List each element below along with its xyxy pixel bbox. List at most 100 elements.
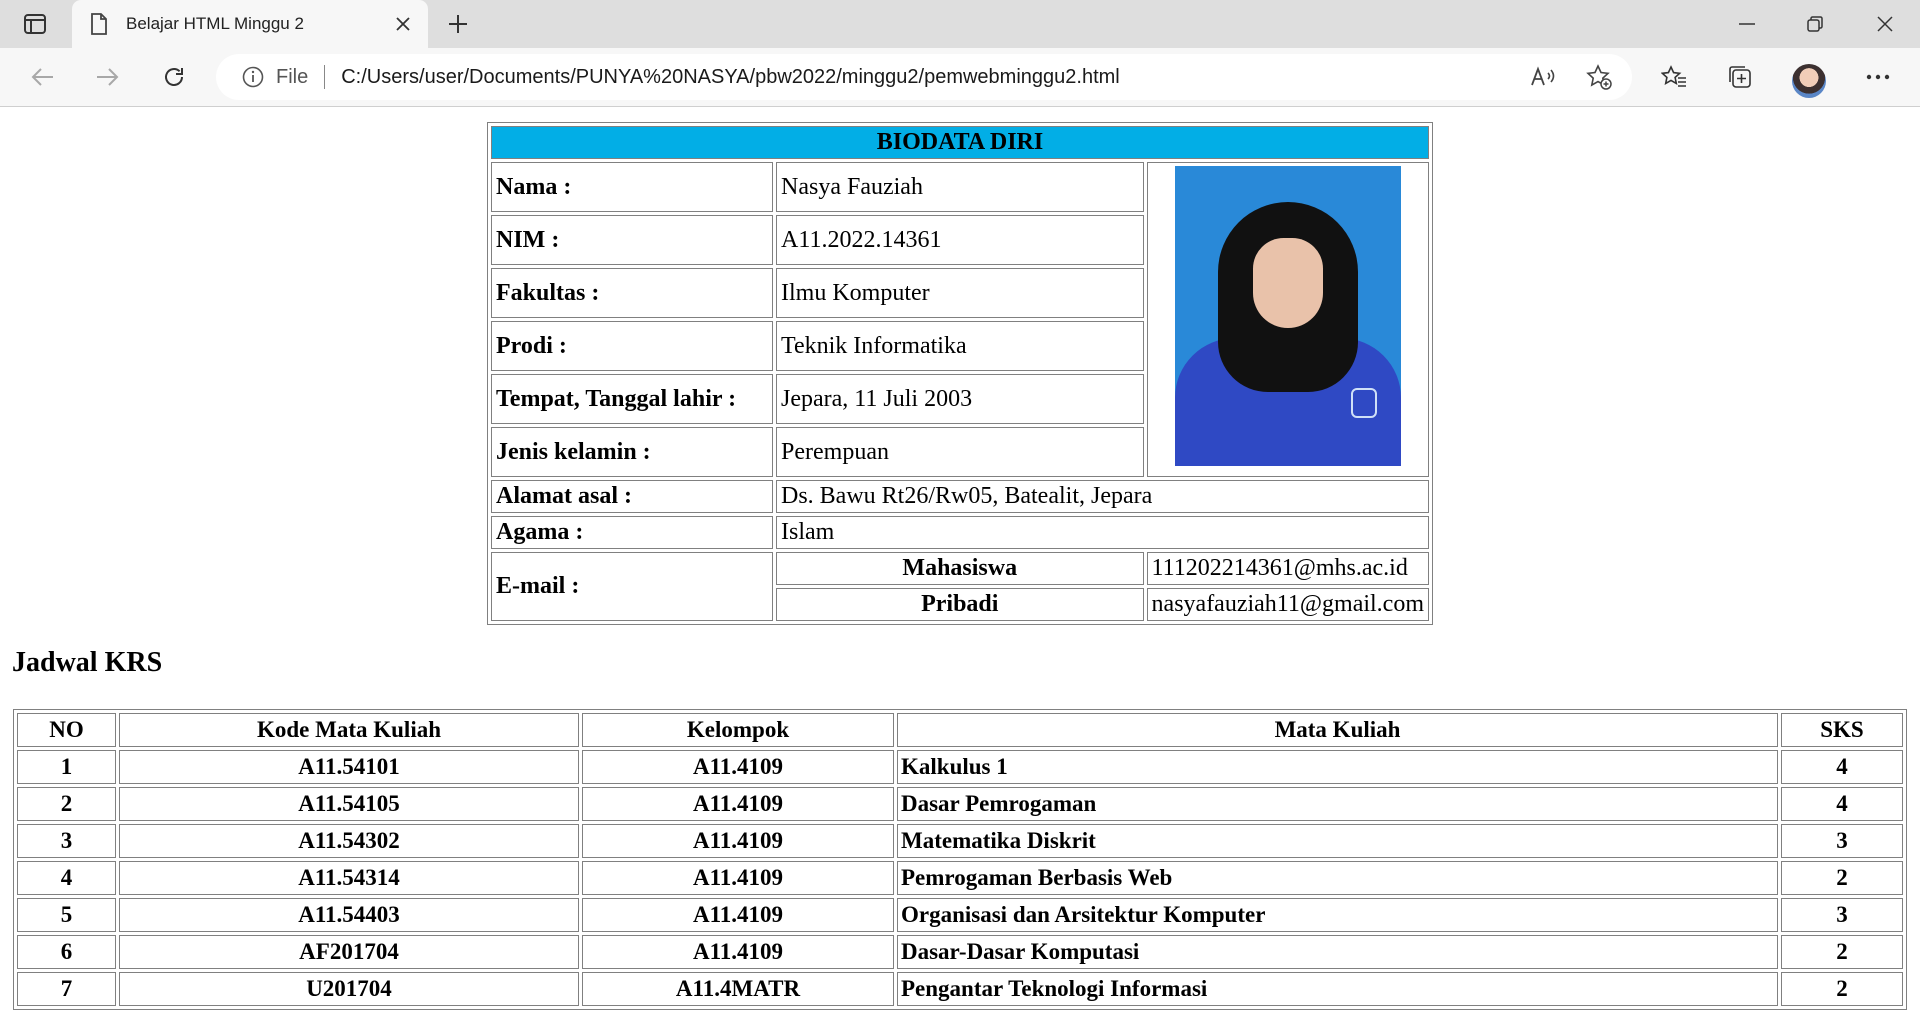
- url-text[interactable]: C:/Users/user/Documents/PUNYA%20NASYA/pb…: [341, 66, 1120, 89]
- email-student-label: Mahasiswa: [776, 552, 1144, 585]
- collections-icon[interactable]: [1720, 58, 1760, 96]
- row-code: AF201704: [119, 935, 579, 969]
- faculty-value: Ilmu Komputer: [776, 268, 1144, 318]
- new-tab-icon[interactable]: [440, 8, 476, 40]
- header-group: Kelompok: [582, 713, 894, 747]
- religion-label: Agama :: [491, 516, 773, 549]
- refresh-icon[interactable]: [154, 58, 194, 96]
- row-code: A11.54101: [119, 750, 579, 784]
- row-code: U201704: [119, 972, 579, 1006]
- row-no: 2: [17, 787, 116, 821]
- table-row: 5 A11.54403 A11.4109 Organisasi dan Arsi…: [17, 898, 1903, 932]
- row-group: A11.4109: [582, 898, 894, 932]
- url-scheme: File: [276, 65, 309, 88]
- row-course: Dasar-Dasar Komputasi: [897, 935, 1778, 969]
- address-value: Ds. Bawu Rt26/Rw05, Batealit, Jepara: [776, 480, 1429, 513]
- row-course: Pemrogaman Berbasis Web: [897, 861, 1778, 895]
- browser-toolbar: File C:/Users/user/Documents/PUNYA%20NAS…: [0, 48, 1920, 107]
- krs-title: Jadwal KRS: [12, 647, 163, 678]
- biodata-title: BIODATA DIRI: [491, 126, 1429, 159]
- email-student-value: 111202214361@mhs.ac.id: [1146, 552, 1429, 585]
- row-group: A11.4109: [582, 824, 894, 858]
- forward-icon[interactable]: [88, 58, 128, 96]
- row-no: 6: [17, 935, 116, 969]
- row-no: 4: [17, 861, 116, 895]
- row-code: A11.54302: [119, 824, 579, 858]
- read-aloud-icon[interactable]: [1528, 62, 1558, 92]
- row-course: Pengantar Teknologi Informasi: [897, 972, 1778, 1006]
- close-window-icon[interactable]: [1852, 0, 1918, 48]
- nim-value: A11.2022.14361: [776, 215, 1144, 265]
- krs-table: NO Kode Mata Kuliah Kelompok Mata Kuliah…: [13, 709, 1907, 1010]
- gender-label: Jenis kelamin :: [491, 427, 773, 477]
- row-credits: 4: [1781, 750, 1903, 784]
- row-code: A11.54403: [119, 898, 579, 932]
- row-credits: 3: [1781, 898, 1903, 932]
- row-course: Kalkulus 1: [897, 750, 1778, 784]
- religion-value: Islam: [776, 516, 1429, 549]
- faculty-label: Fakultas :: [491, 268, 773, 318]
- row-credits: 2: [1781, 861, 1903, 895]
- program-value: Teknik Informatika: [776, 321, 1144, 371]
- favorites-icon[interactable]: [1654, 58, 1694, 96]
- row-credits: 2: [1781, 972, 1903, 1006]
- table-row: 2 A11.54105 A11.4109 Dasar Pemrogaman 4: [17, 787, 1903, 821]
- row-no: 3: [17, 824, 116, 858]
- header-course: Mata Kuliah: [897, 713, 1778, 747]
- table-row: 6 AF201704 A11.4109 Dasar-Dasar Komputas…: [17, 935, 1903, 969]
- back-icon[interactable]: [22, 58, 62, 96]
- row-no: 7: [17, 972, 116, 1006]
- row-group: A11.4109: [582, 750, 894, 784]
- address-bar[interactable]: File C:/Users/user/Documents/PUNYA%20NAS…: [216, 54, 1632, 100]
- profile-photo: [1174, 166, 1401, 466]
- krs-header-row: NO Kode Mata Kuliah Kelompok Mata Kuliah…: [17, 713, 1903, 747]
- restore-icon[interactable]: [1782, 0, 1848, 48]
- row-no: 5: [17, 898, 116, 932]
- row-course: Dasar Pemrogaman: [897, 787, 1778, 821]
- program-label: Prodi :: [491, 321, 773, 371]
- header-code: Kode Mata Kuliah: [119, 713, 579, 747]
- header-credits: SKS: [1781, 713, 1903, 747]
- table-row: 1 A11.54101 A11.4109 Kalkulus 1 4: [17, 750, 1903, 784]
- nim-label: NIM :: [491, 215, 773, 265]
- row-group: A11.4109: [582, 861, 894, 895]
- row-credits: 3: [1781, 824, 1903, 858]
- email-personal-label: Pribadi: [776, 588, 1144, 621]
- row-group: A11.4109: [582, 935, 894, 969]
- row-no: 1: [17, 750, 116, 784]
- close-tab-icon[interactable]: [386, 7, 420, 41]
- active-tab[interactable]: Belajar HTML Minggu 2: [72, 0, 428, 48]
- table-row: 4 A11.54314 A11.4109 Pemrogaman Berbasis…: [17, 861, 1903, 895]
- row-group: A11.4109: [582, 787, 894, 821]
- row-credits: 2: [1781, 935, 1903, 969]
- more-options-icon[interactable]: [1858, 58, 1898, 96]
- profile-avatar[interactable]: [1792, 64, 1826, 98]
- table-row: 3 A11.54302 A11.4109 Matematika Diskrit …: [17, 824, 1903, 858]
- photo-cell: [1146, 162, 1429, 477]
- tab-actions-icon[interactable]: [14, 8, 56, 40]
- table-row: 7 U201704 A11.4MATR Pengantar Teknologi …: [17, 972, 1903, 1006]
- row-course: Organisasi dan Arsitektur Komputer: [897, 898, 1778, 932]
- row-group: A11.4MATR: [582, 972, 894, 1006]
- name-value: Nasya Fauziah: [776, 162, 1144, 212]
- row-code: A11.54105: [119, 787, 579, 821]
- row-course: Matematika Diskrit: [897, 824, 1778, 858]
- row-code: A11.54314: [119, 861, 579, 895]
- minimize-icon[interactable]: [1714, 0, 1780, 48]
- birth-label: Tempat, Tanggal lahir :: [491, 374, 773, 424]
- email-label: E-mail :: [491, 552, 773, 621]
- info-icon[interactable]: [242, 66, 264, 88]
- biodata-table: BIODATA DIRI Nama : Nasya Fauziah NIM : …: [487, 122, 1433, 625]
- birth-value: Jepara, 11 Juli 2003: [776, 374, 1144, 424]
- row-credits: 4: [1781, 787, 1903, 821]
- page-icon: [90, 13, 110, 35]
- tab-title: Belajar HTML Minggu 2: [126, 14, 304, 33]
- name-label: Nama :: [491, 162, 773, 212]
- gender-value: Perempuan: [776, 427, 1144, 477]
- add-favorite-icon[interactable]: [1584, 62, 1614, 92]
- header-no: NO: [17, 713, 116, 747]
- email-personal-value: nasyafauziah11@gmail.com: [1146, 588, 1429, 621]
- tab-strip: Belajar HTML Minggu 2: [0, 0, 1920, 48]
- url-separator: [324, 65, 326, 89]
- address-label: Alamat asal :: [491, 480, 773, 513]
